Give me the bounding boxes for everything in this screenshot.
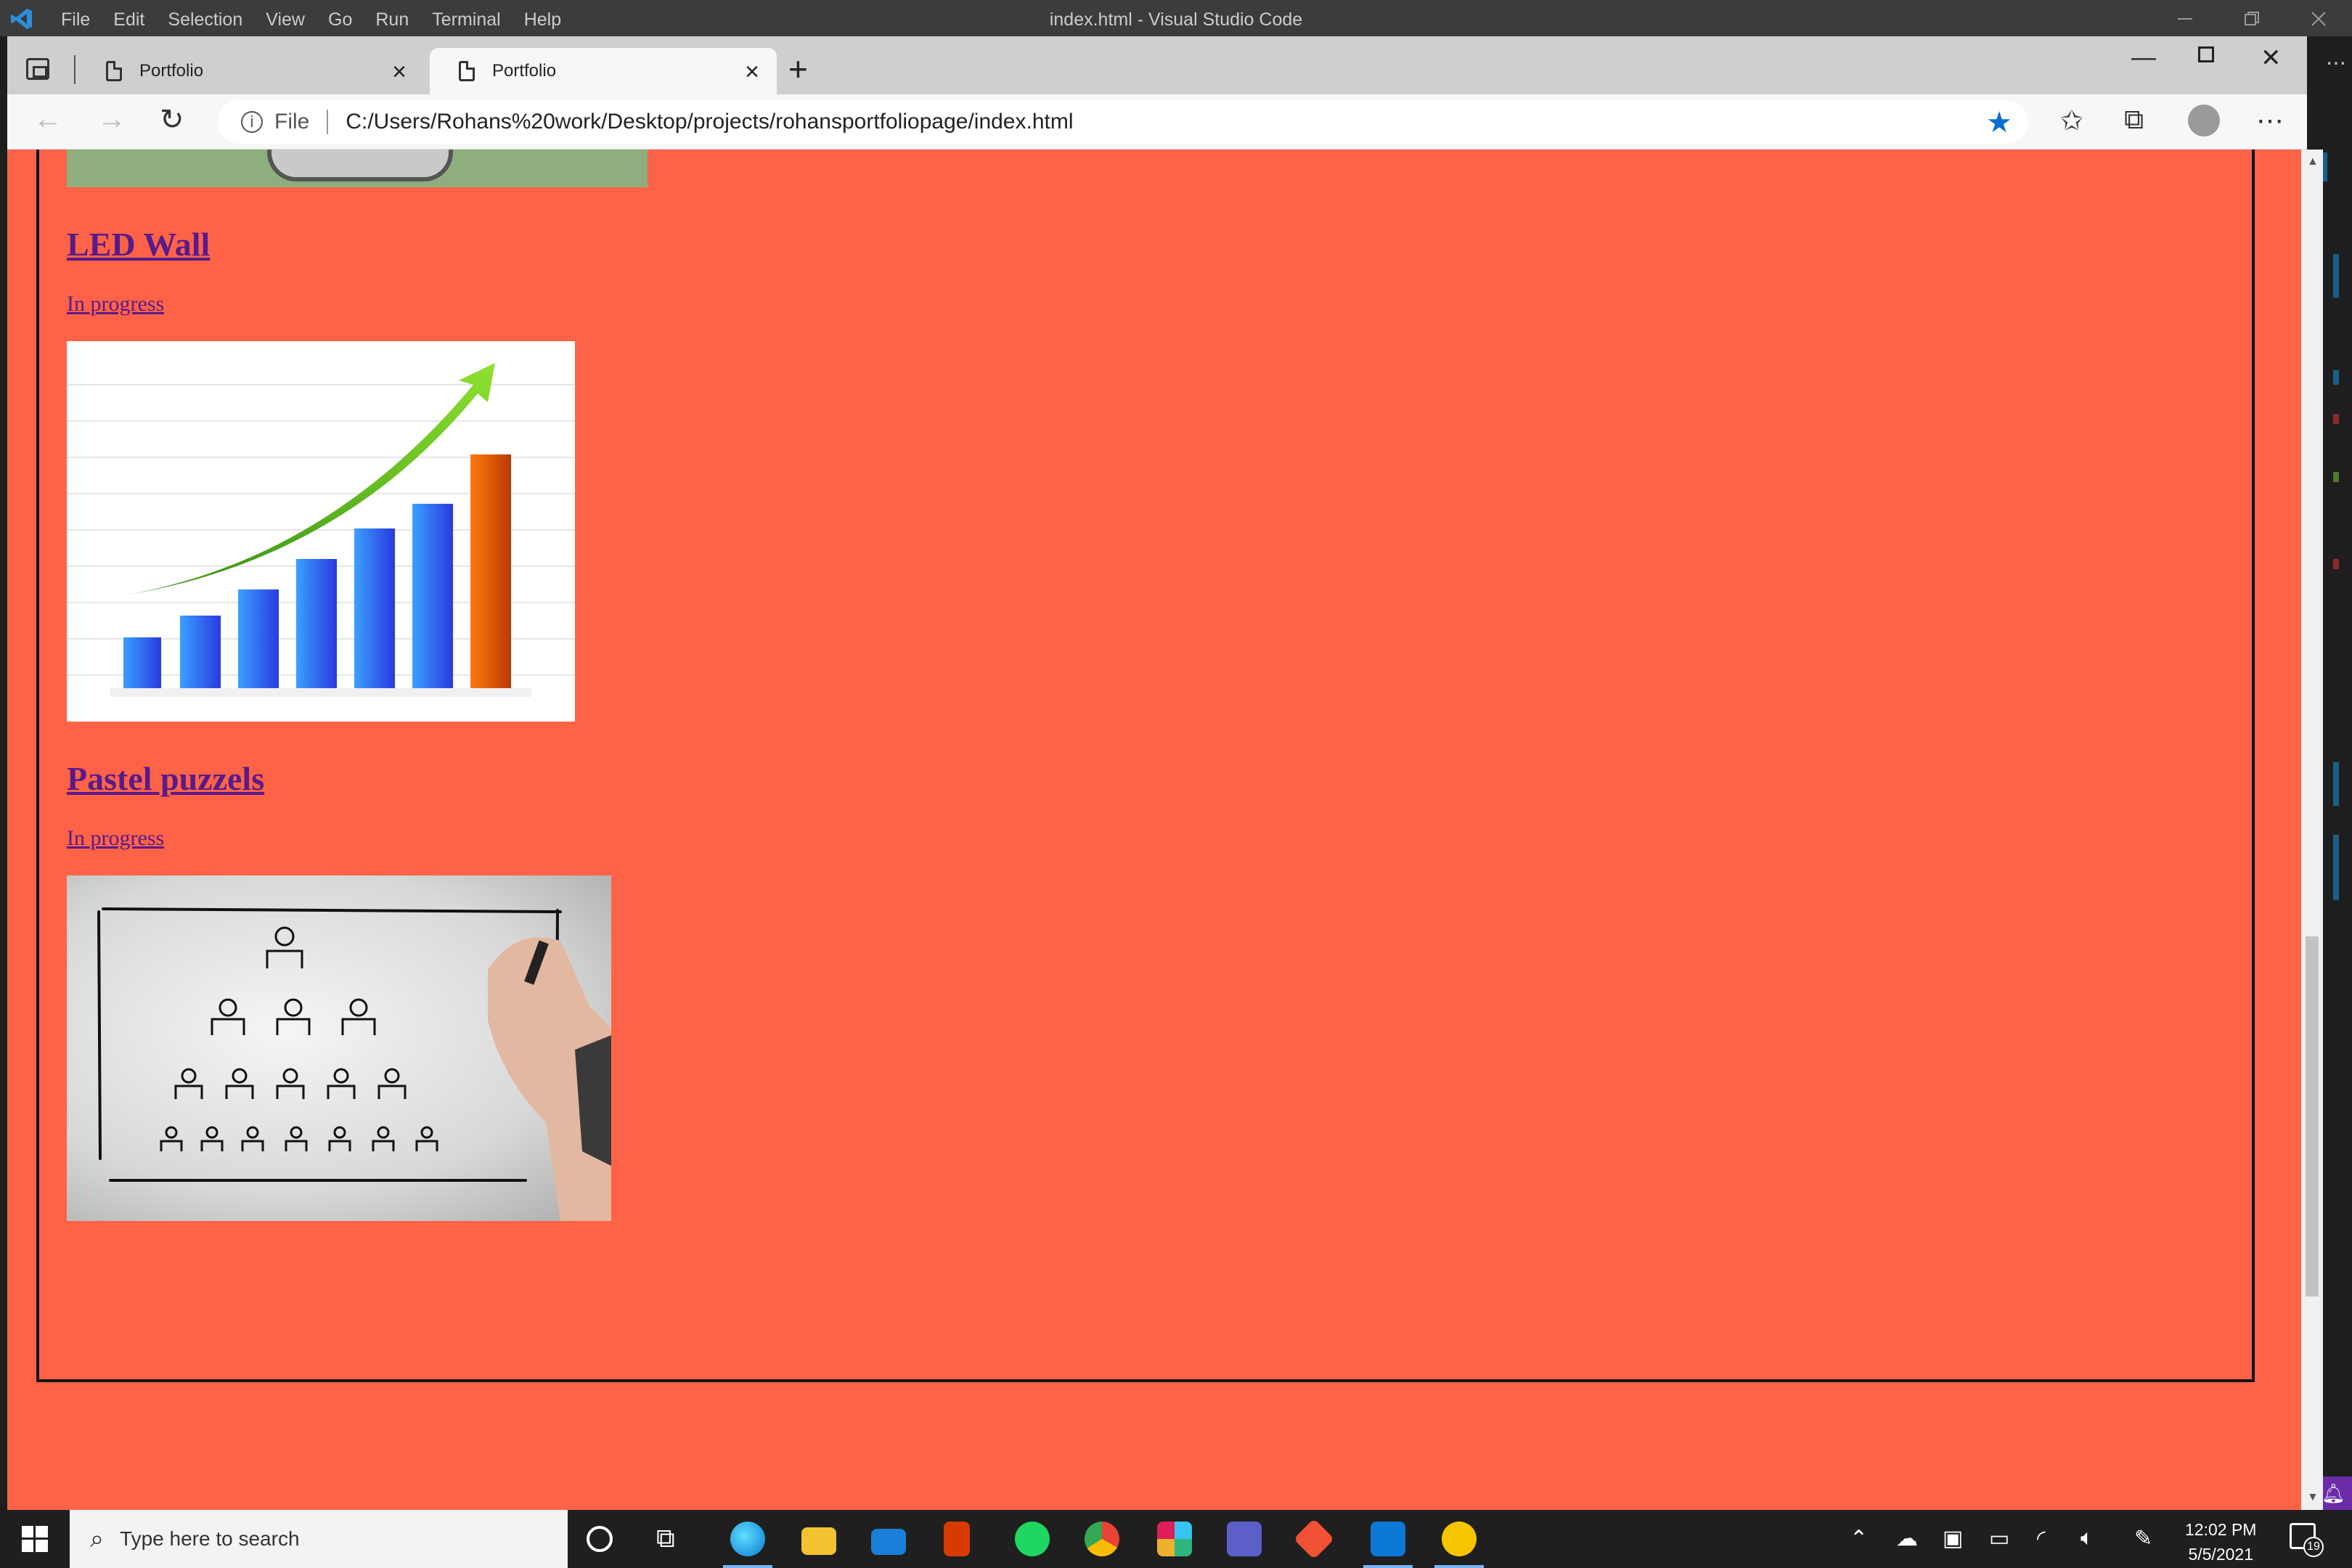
vscode-title-bar: File Edit Selection View Go Run Terminal… — [0, 0, 2352, 36]
office-app-icon[interactable] — [944, 1522, 970, 1556]
project-title-pastel-puzzels[interactable]: Pastel puzzels — [67, 759, 264, 798]
address-bar[interactable]: i File C:/Users/Rohans%20work/Desktop/pr… — [218, 100, 2028, 144]
game-controller-image — [67, 150, 648, 187]
tab-strip: Portfolio × Portfolio × + — ✕ — [7, 36, 2307, 94]
norton-app-icon[interactable] — [1434, 1522, 1484, 1568]
windows-start-icon[interactable] — [22, 1526, 48, 1552]
vscode-minimize-icon[interactable] — [2175, 9, 2195, 29]
org-chart-drawing-image — [67, 875, 611, 1221]
browser-minimize-icon[interactable]: — — [2131, 44, 2156, 72]
vscode-app-icon[interactable] — [1363, 1522, 1413, 1568]
tab-portfolio-2[interactable]: Portfolio × — [430, 48, 777, 94]
project-status-led-wall[interactable]: In progress — [67, 292, 164, 317]
vscode-window-title: index.html - Visual Studio Code — [1049, 9, 1303, 30]
notification-count-badge: 19 — [2303, 1537, 2324, 1557]
show-hidden-icons-icon[interactable]: ⌃ — [1850, 1526, 1868, 1551]
profile-avatar[interactable] — [2188, 105, 2220, 136]
battery-icon[interactable]: ▭ — [1989, 1526, 2009, 1551]
page-icon — [459, 61, 475, 81]
vscode-restore-icon[interactable] — [2242, 9, 2262, 29]
forward-arrow-icon[interactable]: → — [97, 103, 126, 136]
action-center-icon[interactable]: 19 — [2290, 1523, 2324, 1557]
project-title-led-wall[interactable]: LED Wall — [67, 225, 210, 264]
mail-app-icon[interactable] — [871, 1529, 906, 1555]
tab-label: Portfolio — [139, 61, 204, 81]
edge-app-icon[interactable] — [723, 1522, 772, 1568]
wifi-icon[interactable]: ◜ — [2037, 1526, 2046, 1551]
page-viewport: LED Wall In progress Pastel puzzels In p… — [7, 150, 2301, 1510]
site-info-icon[interactable]: i — [241, 111, 263, 133]
scroll-down-icon[interactable]: ▼ — [2307, 1491, 2319, 1504]
tab-label: Portfolio — [492, 61, 557, 81]
browser-close-icon[interactable]: ✕ — [2261, 44, 2282, 73]
tab-close-icon[interactable]: × — [392, 58, 407, 86]
new-tab-button[interactable]: + — [788, 49, 808, 89]
slack-app-icon[interactable] — [1157, 1522, 1192, 1556]
refresh-icon[interactable]: ↻ — [160, 103, 184, 136]
settings-more-icon[interactable]: ⋯ — [2256, 105, 2284, 137]
page-icon — [106, 61, 122, 81]
project-status-pastel-puzzels[interactable]: In progress — [67, 826, 164, 851]
pen-icon[interactable]: ✎ — [2134, 1526, 2152, 1551]
clock-time: 12:02 PM — [2185, 1520, 2257, 1539]
tab-portfolio-1[interactable]: Portfolio × — [77, 48, 424, 94]
system-clock[interactable]: 12:02 PM 5/5/2021 — [2185, 1517, 2256, 1567]
scroll-up-icon[interactable]: ▲ — [2307, 155, 2319, 168]
back-arrow-icon[interactable]: ← — [33, 103, 62, 136]
search-icon: ⌕ — [90, 1524, 105, 1553]
teams-app-icon[interactable] — [1227, 1522, 1262, 1556]
favorite-star-icon[interactable]: ★ — [1986, 106, 2012, 139]
file-explorer-app-icon[interactable] — [801, 1527, 836, 1555]
volume-icon[interactable]: 🔈︎ — [2081, 1526, 2094, 1551]
tab-actions-icon[interactable] — [26, 58, 49, 80]
chrome-app-icon[interactable] — [1085, 1522, 1119, 1556]
spotify-app-icon[interactable] — [1015, 1522, 1050, 1556]
vscode-close-icon[interactable] — [2308, 9, 2329, 29]
browser-toolbar: ← → ↻ i File C:/Users/Rohans%20work/Desk… — [7, 94, 2307, 150]
taskbar-search-box[interactable]: ⌕ Type here to search — [70, 1510, 568, 1568]
task-view-icon[interactable]: ⧉ — [656, 1523, 691, 1558]
collections-icon[interactable]: ⧉ — [2124, 105, 2144, 136]
more-actions-icon: ⋯ — [2326, 52, 2346, 74]
windows-taskbar: ⌕ Type here to search ⧉ ⌃ ☁ ▣ ▭ ◜ 🔈︎ ✎ 1… — [0, 1510, 2352, 1568]
git-app-icon[interactable] — [1293, 1518, 1335, 1560]
cortana-icon[interactable] — [587, 1526, 613, 1552]
page-scrollbar[interactable]: ▲ ▼ — [2301, 150, 2323, 1510]
growth-bar-chart-image — [67, 341, 575, 722]
clock-date: 5/5/2021 — [2188, 1545, 2253, 1564]
url-text[interactable]: C:/Users/Rohans%20work/Desktop/projects/… — [346, 110, 1073, 134]
display-icon[interactable]: ▣ — [1943, 1526, 1963, 1551]
scheme-label: File — [274, 110, 310, 134]
tab-close-icon[interactable]: × — [745, 58, 759, 86]
favorites-icon[interactable]: ✩ — [2060, 105, 2083, 137]
scroll-thumb[interactable] — [2306, 936, 2319, 1297]
onedrive-icon[interactable]: ☁ — [1896, 1526, 1918, 1551]
browser-maximize-icon[interactable] — [2198, 46, 2214, 62]
search-placeholder: Type here to search — [120, 1527, 300, 1550]
